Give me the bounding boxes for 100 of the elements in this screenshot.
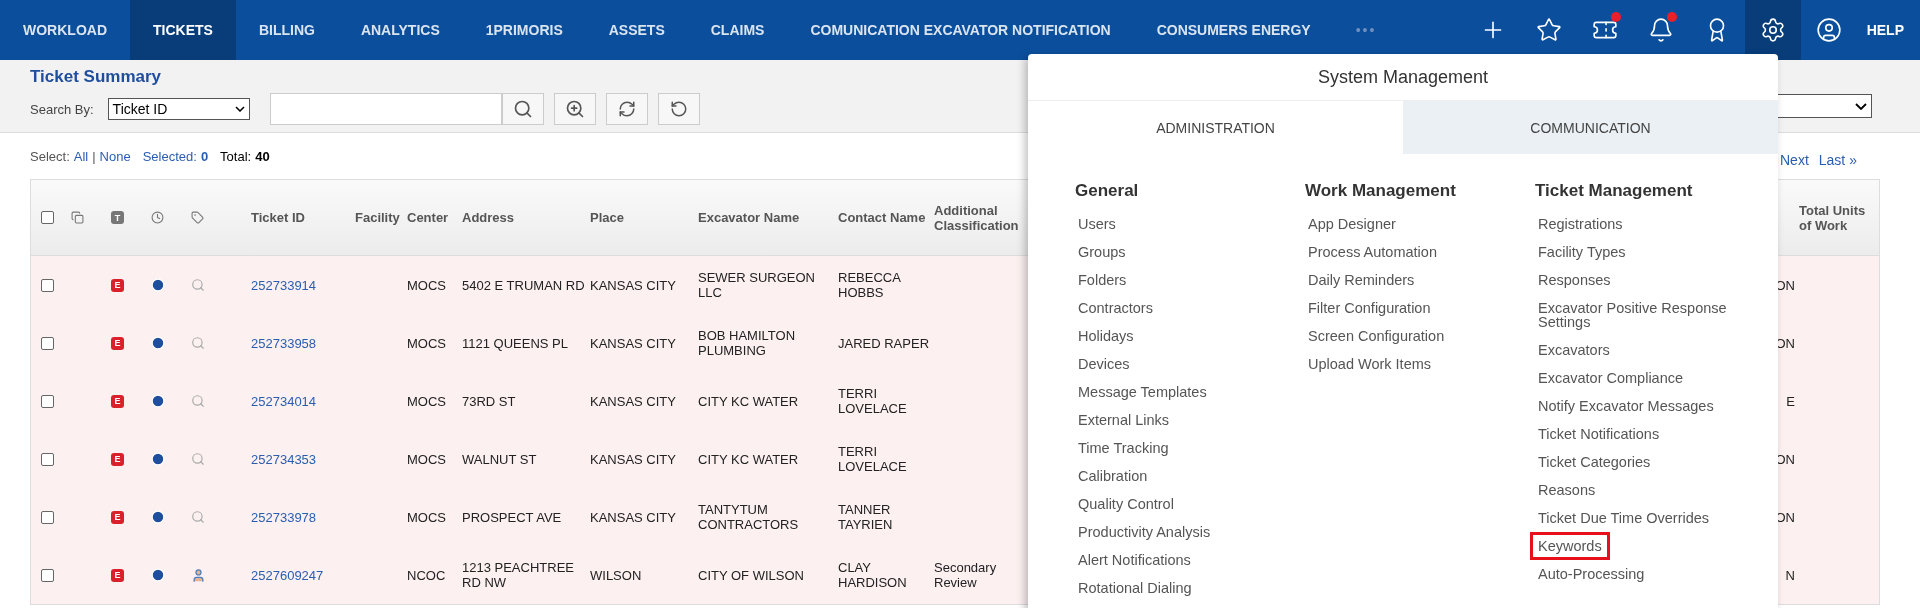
pager-link[interactable]: Last » bbox=[1818, 152, 1857, 168]
menu-item[interactable]: Users bbox=[1070, 210, 1124, 238]
menu-item[interactable]: Ticket Due Time Overrides bbox=[1530, 504, 1718, 532]
type-icon: E bbox=[111, 336, 124, 350]
menu-item[interactable]: Keywords bbox=[1530, 532, 1610, 560]
row-checkbox[interactable] bbox=[41, 452, 54, 466]
nav-tab[interactable]: COMUNICATION EXCAVATOR NOTIFICATION bbox=[787, 0, 1134, 60]
refresh-button[interactable] bbox=[605, 93, 648, 125]
column-header[interactable]: Excavator Name bbox=[698, 210, 838, 225]
table-cell-text: 73RD ST bbox=[462, 393, 517, 409]
search-button[interactable] bbox=[501, 93, 544, 125]
toolbar-button[interactable] bbox=[1744, 0, 1801, 60]
table-cell-text: TANNER TAYRIEN bbox=[838, 502, 894, 532]
nav-tab[interactable]: WORKLOAD bbox=[0, 0, 130, 60]
page-title: Ticket Summary bbox=[30, 67, 162, 87]
menu-item[interactable]: Registrations bbox=[1530, 210, 1631, 238]
menu-item[interactable]: Responses bbox=[1530, 266, 1619, 294]
menu-item[interactable]: Contractors bbox=[1070, 294, 1161, 322]
nav-tab[interactable]: ASSETS bbox=[585, 0, 688, 60]
menu-item[interactable]: Calibration bbox=[1070, 462, 1156, 490]
zoom-in-button[interactable] bbox=[553, 93, 596, 125]
table-cell-text: TERRI LOVELACE bbox=[838, 444, 908, 474]
ticket-id-link[interactable]: 252734353 bbox=[251, 451, 355, 467]
menu-item[interactable]: Holidays bbox=[1070, 322, 1142, 350]
table-cell-text: KANSAS CITY bbox=[590, 393, 677, 409]
ticket-id-link[interactable]: 252733914 bbox=[251, 277, 355, 293]
column-header[interactable]: Place bbox=[590, 210, 698, 225]
column-header[interactable]: Contact Name bbox=[838, 210, 934, 225]
menu-item[interactable]: Excavators bbox=[1530, 336, 1618, 364]
menu-item[interactable]: Upload Work Items bbox=[1300, 350, 1440, 378]
ticket-id-link[interactable]: 2527609247 bbox=[251, 567, 355, 583]
menu-item[interactable]: Folders bbox=[1070, 266, 1135, 294]
row-checkbox[interactable] bbox=[41, 394, 54, 408]
menu-tab[interactable]: ADMINISTRATION bbox=[1028, 100, 1403, 154]
nav-tab[interactable]: TICKETS bbox=[130, 0, 236, 60]
menu-item[interactable]: Quality Control bbox=[1070, 490, 1182, 518]
menu-item[interactable]: Notify Excavator Messages bbox=[1530, 392, 1722, 420]
menu-item[interactable]: Groups bbox=[1070, 238, 1134, 266]
table-cell-text: CITY KC WATER bbox=[698, 451, 800, 467]
table-cell-text: SEWER SURGEON LLC bbox=[698, 270, 816, 300]
row-checkbox[interactable] bbox=[41, 278, 54, 292]
menu-item[interactable]: Alert Notifications bbox=[1070, 546, 1199, 574]
reset-button[interactable] bbox=[657, 93, 700, 125]
nav-tab[interactable]: ANALYTICS bbox=[337, 0, 463, 60]
menu-item[interactable]: Screen Configuration bbox=[1300, 322, 1453, 350]
search-by-select[interactable]: Ticket ID bbox=[107, 98, 250, 120]
row-checkbox[interactable] bbox=[41, 336, 54, 350]
total-label: Total: bbox=[220, 148, 252, 164]
row-checkbox[interactable] bbox=[41, 568, 54, 582]
menu-item[interactable]: Ticket Categories bbox=[1530, 448, 1659, 476]
table-cell-text: 1121 QUEENS PL bbox=[462, 335, 569, 351]
table-cell-text: MOCS bbox=[407, 393, 447, 409]
nav-tab[interactable]: CLAIMS bbox=[687, 0, 788, 60]
select-none-link[interactable]: None bbox=[99, 148, 131, 164]
menu-item[interactable]: Productivity Analysis bbox=[1070, 518, 1219, 546]
menu-item[interactable]: Auto-Processing bbox=[1530, 560, 1653, 588]
nav-tab[interactable]: BILLING bbox=[235, 0, 338, 60]
chevron-icon bbox=[1855, 102, 1867, 110]
table-cell-text: CLAY HARDISON bbox=[838, 560, 908, 590]
help-link[interactable]: HELP bbox=[1856, 0, 1920, 60]
menu-item[interactable]: External Links bbox=[1070, 406, 1178, 434]
pager-link[interactable]: Next bbox=[1780, 152, 1809, 168]
menu-item[interactable]: Facility Types bbox=[1530, 238, 1634, 266]
menu-item[interactable]: Filter Configuration bbox=[1300, 294, 1439, 322]
select-all-link[interactable]: All bbox=[73, 148, 89, 164]
select-all-checkbox[interactable] bbox=[41, 211, 54, 224]
ticket-id-link[interactable]: 252733958 bbox=[251, 335, 355, 351]
menu-item[interactable]: Daily Reminders bbox=[1300, 266, 1423, 294]
column-header[interactable]: Center bbox=[407, 210, 462, 225]
menu-item[interactable]: Reasons bbox=[1530, 476, 1604, 504]
menu-item[interactable]: App Designer bbox=[1300, 210, 1404, 238]
column-header[interactable]: Total Units of Work bbox=[1799, 202, 1879, 233]
zoom-in-icon bbox=[564, 99, 585, 119]
menu-item[interactable]: Process Automation bbox=[1300, 238, 1445, 266]
ticket-id-link[interactable]: 252734014 bbox=[251, 393, 355, 409]
type-icon: E bbox=[111, 278, 124, 292]
table-cell-text: WILSON bbox=[590, 567, 643, 583]
nav-tab[interactable]: 1PRIMORIS bbox=[462, 0, 586, 60]
column-header[interactable]: Address bbox=[462, 210, 590, 225]
menu-item[interactable]: Time Tracking bbox=[1070, 434, 1177, 462]
menu-item[interactable]: Devices bbox=[1070, 350, 1138, 378]
table-cell-text: TERRI LOVELACE bbox=[838, 386, 908, 416]
copy-icon bbox=[71, 211, 84, 224]
menu-item[interactable]: Message Templates bbox=[1070, 378, 1215, 406]
menu-item[interactable]: Ticket Notifications bbox=[1530, 420, 1668, 448]
column-header[interactable]: Ticket ID bbox=[251, 210, 355, 225]
menu-item[interactable]: Excavator Compliance bbox=[1530, 364, 1692, 392]
group-heading: Ticket Management bbox=[1535, 181, 1694, 201]
menu-tab[interactable]: COMMUNICATION bbox=[1403, 100, 1778, 154]
group-heading: Work Management bbox=[1305, 181, 1457, 201]
search-field[interactable] bbox=[269, 93, 502, 125]
row-checkbox[interactable] bbox=[41, 510, 54, 524]
select-label: Select: bbox=[30, 148, 70, 164]
menu-item[interactable]: Rotational Dialing bbox=[1070, 574, 1200, 602]
search-icon bbox=[512, 99, 533, 119]
column-header[interactable]: Facility bbox=[355, 210, 407, 225]
menu-item[interactable]: Excavator Positive Response Settings bbox=[1530, 294, 1755, 336]
type-icon: E bbox=[111, 394, 124, 408]
settings-icon bbox=[1759, 17, 1786, 43]
ticket-id-link[interactable]: 252733978 bbox=[251, 509, 355, 525]
